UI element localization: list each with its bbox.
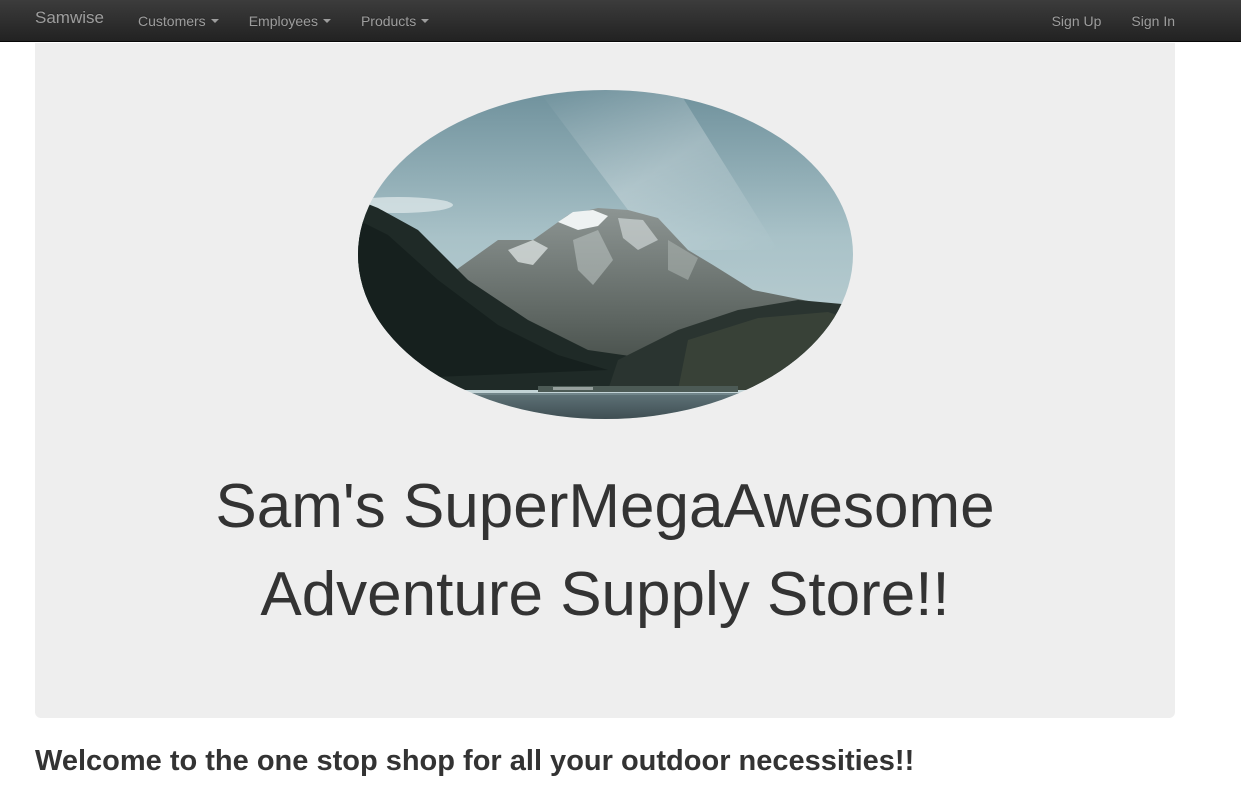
welcome-heading: Welcome to the one stop shop for all you… <box>35 745 915 777</box>
top-navbar: Samwise Customers Employees Products Sig… <box>0 0 1241 42</box>
nav-products-label: Products <box>360 13 417 29</box>
caret-down-icon <box>322 19 331 23</box>
brand-link[interactable]: Samwise <box>35 8 104 28</box>
nav-employees-dropdown[interactable]: Employees <box>249 13 331 29</box>
nav-products-dropdown[interactable]: Products <box>360 13 430 29</box>
nav-employees-label: Employees <box>248 13 318 29</box>
sign-in-link[interactable]: Sign In <box>1131 13 1175 29</box>
hero-title: Sam's SuperMegaAwesome Adventure Supply … <box>35 463 1175 639</box>
nav-customers-label: Customers <box>138 13 206 29</box>
jumbotron: Sam's SuperMegaAwesome Adventure Supply … <box>35 43 1175 718</box>
nav-left: Customers Employees Products <box>138 0 459 42</box>
caret-down-icon <box>210 19 219 23</box>
caret-down-icon <box>421 19 430 23</box>
nav-right: Sign Up Sign In <box>1022 0 1175 42</box>
hero-title-line2: Adventure Supply Store!! <box>260 560 950 629</box>
sign-up-link[interactable]: Sign Up <box>1052 13 1102 29</box>
hero-mountain-image <box>358 90 853 419</box>
nav-customers-dropdown[interactable]: Customers <box>138 13 219 29</box>
hero-title-line1: Sam's SuperMegaAwesome <box>215 472 995 541</box>
